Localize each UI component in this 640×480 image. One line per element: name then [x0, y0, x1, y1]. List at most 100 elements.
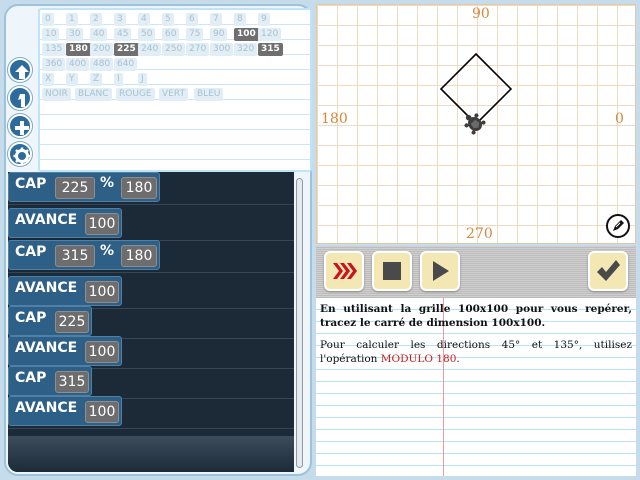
block-keyword: CAP [15, 244, 47, 260]
palette-token[interactable]: 3 [114, 13, 126, 26]
palette-token[interactable]: 2 [90, 13, 102, 26]
block-value[interactable]: 315 [55, 245, 95, 267]
drawing-canvas: 90 180 0 270 [316, 4, 636, 244]
program-block-avance[interactable]: AVANCE 100 [8, 396, 122, 426]
row-separator [8, 428, 294, 429]
fast-forward-button[interactable] [324, 251, 364, 291]
validate-button[interactable] [588, 251, 628, 291]
scroll-up-button[interactable] [8, 58, 32, 82]
palette-token[interactable]: 8 [234, 13, 246, 26]
palette-token[interactable]: 9 [258, 13, 270, 26]
program-block-avance[interactable]: AVANCE 100 [8, 336, 122, 366]
palette-token[interactable]: 4 [138, 13, 150, 26]
instructions-text: En utilisant la grille 100x100 pour vous… [320, 302, 632, 366]
token-palette: 0 1 2 3 4 5 6 7 8 9 10 30 40 45 50 60 75 90 100 120 135 180 20… [38, 8, 312, 172]
plus-icon [15, 121, 29, 135]
step-button[interactable] [8, 86, 32, 110]
up-arrow-icon [15, 65, 29, 79]
palette-token[interactable]: 90 [210, 28, 228, 41]
block-keyword: AVANCE [15, 340, 78, 356]
palette-token[interactable]: ROUGE [116, 88, 155, 101]
palette-token[interactable]: Z [90, 73, 103, 86]
modulo-operator: % [100, 243, 115, 259]
instructions-panel: En utilisant la grille 100x100 pour vous… [316, 298, 636, 476]
instructions-p2-end: . [456, 353, 460, 365]
palette-token[interactable]: X [42, 73, 55, 86]
instructions-paragraph-1: En utilisant la grille 100x100 pour vous… [320, 303, 632, 329]
block-value[interactable]: 100 [85, 281, 119, 303]
block-value[interactable]: 100 [85, 341, 119, 363]
palette-token[interactable]: 270 [186, 43, 210, 56]
execution-toolbar [316, 246, 636, 298]
stop-button[interactable] [372, 251, 412, 291]
instructions-p2-text: Pour calculer les directions 45° et 135°… [320, 339, 632, 365]
row-separator [8, 272, 294, 273]
program-list[interactable]: CAP 225% 180 AVANCE 100 CAP 315% 180 AVANCE 100 CA… [8, 172, 294, 472]
add-button[interactable] [8, 114, 32, 138]
palette-token[interactable]: NOIR [42, 88, 71, 101]
step-icon [18, 94, 25, 107]
palette-token[interactable]: BLEU [194, 88, 224, 101]
program-scrollbar[interactable] [295, 176, 304, 472]
palette-token[interactable]: Y [66, 73, 78, 86]
scrollbar-thumb[interactable] [296, 178, 303, 468]
block-value-modulo[interactable]: 180 [121, 177, 157, 199]
block-value[interactable]: 315 [55, 371, 89, 393]
palette-token[interactable]: 100 [234, 28, 259, 41]
palette-token[interactable]: 640 [114, 58, 138, 71]
palette-token[interactable]: 45 [114, 28, 132, 41]
palette-token[interactable]: 320 [234, 43, 258, 56]
palette-token[interactable]: 120 [258, 28, 282, 41]
palette-token[interactable]: 5 [162, 13, 174, 26]
program-block-cap[interactable]: CAP 315 [8, 366, 92, 396]
palette-token[interactable]: I [114, 73, 123, 86]
program-block-cap[interactable]: CAP 315% 180 [8, 240, 160, 270]
palette-token[interactable]: 200 [90, 43, 114, 56]
palette-token[interactable]: 225 [114, 43, 139, 56]
palette-token[interactable]: 480 [90, 58, 114, 71]
gear-icon [13, 147, 31, 165]
program-block-avance[interactable]: AVANCE 100 [8, 208, 122, 238]
palette-token[interactable]: 1 [66, 13, 78, 26]
block-value[interactable]: 225 [55, 311, 89, 333]
palette-token[interactable]: 360 [42, 58, 66, 71]
play-button[interactable] [420, 251, 460, 291]
palette-token[interactable]: 10 [42, 28, 60, 41]
block-value[interactable]: 225 [55, 177, 95, 199]
program-block-cap[interactable]: CAP 225 [8, 306, 92, 336]
block-keyword: CAP [15, 310, 47, 326]
palette-token[interactable]: 50 [138, 28, 156, 41]
palette-token[interactable]: 75 [186, 28, 204, 41]
settings-button[interactable] [8, 142, 32, 166]
palette-token[interactable]: 400 [66, 58, 90, 71]
palette-token[interactable]: J [138, 73, 147, 86]
palette-token[interactable]: 240 [138, 43, 162, 56]
check-icon [597, 260, 620, 281]
palette-token[interactable]: 6 [186, 13, 198, 26]
block-value[interactable]: 100 [85, 213, 119, 235]
modulo-operator: % [100, 175, 115, 191]
palette-token[interactable]: 7 [210, 13, 222, 26]
palette-token[interactable]: 60 [162, 28, 180, 41]
block-value[interactable]: 100 [85, 401, 119, 423]
modulo-keyword: MODULO 180 [380, 353, 457, 365]
palette-token[interactable]: BLANC [75, 88, 112, 101]
palette-token[interactable]: 30 [66, 28, 84, 41]
fast-forward-icon [333, 263, 357, 279]
palette-token[interactable]: 0 [42, 13, 54, 26]
pen-toggle-icon[interactable] [605, 213, 631, 239]
program-footer [8, 436, 294, 472]
row-separator [8, 204, 294, 205]
palette-token[interactable]: 250 [162, 43, 186, 56]
program-block-avance[interactable]: AVANCE 100 [8, 276, 122, 306]
palette-token[interactable]: 315 [258, 43, 283, 56]
instructions-paragraph-2: Pour calculer les directions 45° et 135°… [320, 338, 632, 366]
palette-token[interactable]: 300 [210, 43, 234, 56]
palette-token[interactable]: VERT [159, 88, 188, 101]
palette-token[interactable]: 40 [90, 28, 108, 41]
palette-token[interactable]: 180 [66, 43, 91, 56]
program-block-cap[interactable]: CAP 225% 180 [8, 172, 160, 202]
block-keyword: AVANCE [15, 400, 78, 416]
block-value-modulo[interactable]: 180 [121, 245, 157, 267]
palette-token[interactable]: 135 [42, 43, 66, 56]
